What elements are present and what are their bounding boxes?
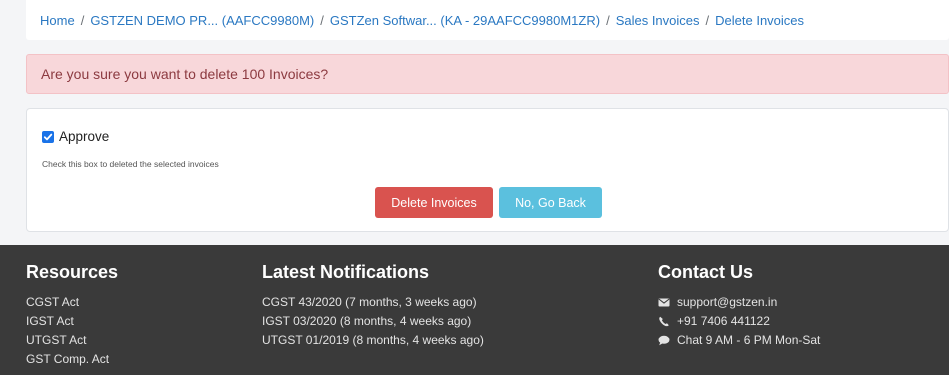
notification-link[interactable]: UTGST 01/2019 (8 months, 4 weeks ago) — [262, 331, 484, 350]
breadcrumb: Home / GSTZEN DEMO PR... (AAFCC9980M) / … — [26, 0, 949, 40]
breadcrumb-separator: / — [80, 12, 85, 28]
footer-notifications: Latest Notifications CGST 43/2020 (7 mon… — [262, 262, 484, 350]
resource-link-cgst-act[interactable]: CGST Act — [26, 293, 118, 312]
breadcrumb-delete-invoices-link[interactable]: Delete Invoices — [715, 13, 804, 28]
notifications-heading: Latest Notifications — [262, 262, 430, 282]
envelope-icon — [658, 297, 671, 309]
delete-confirmation-alert: Are you sure you want to delete 100 Invo… — [26, 54, 949, 94]
contact-email-text: support@gstzen.in — [677, 295, 778, 309]
contact-email[interactable]: support@gstzen.in — [658, 293, 820, 312]
site-footer: Resources CGST Act IGST Act UTGST Act GS… — [0, 245, 949, 375]
chat-bubble-icon — [658, 335, 671, 347]
breadcrumb-separator: / — [320, 12, 324, 28]
go-back-button[interactable]: No, Go Back — [499, 187, 602, 218]
contact-heading: Contact Us — [658, 262, 754, 282]
resource-link-gst-comp-act[interactable]: GST Comp. Act — [26, 350, 118, 369]
breadcrumb-separator: / — [705, 12, 710, 28]
footer-resources: Resources CGST Act IGST Act UTGST Act GS… — [26, 262, 118, 369]
delete-invoices-button[interactable]: Delete Invoices — [375, 187, 493, 218]
breadcrumb-separator: / — [606, 12, 610, 28]
resource-link-utgst-act[interactable]: UTGST Act — [26, 331, 118, 350]
alert-message: Are you sure you want to delete 100 Invo… — [41, 66, 329, 82]
resource-link-igst-act[interactable]: IGST Act — [26, 312, 118, 331]
notification-link[interactable]: CGST 43/2020 (7 months, 3 weeks ago) — [262, 293, 484, 312]
contact-phone-text: +91 7406 441122 — [677, 314, 770, 328]
approve-help-text: Check this box to deleted the selected i… — [42, 159, 219, 169]
contact-chat[interactable]: Chat 9 AM - 6 PM Mon-Sat — [658, 331, 820, 350]
breadcrumb-company-link[interactable]: GSTZEN DEMO PR... (AAFCC9980M) — [90, 13, 314, 28]
breadcrumb-home-link[interactable]: Home — [40, 13, 75, 28]
approve-label: Approve — [59, 129, 110, 144]
approve-checkbox[interactable] — [42, 130, 54, 143]
check-icon — [43, 133, 53, 140]
breadcrumb-sales-invoices-link[interactable]: Sales Invoices — [616, 13, 700, 28]
contact-chat-text: Chat 9 AM - 6 PM Mon-Sat — [677, 333, 821, 347]
footer-contact: Contact Us support@gstzen.in +91 7406 44… — [658, 262, 820, 350]
phone-icon — [658, 316, 671, 328]
contact-phone[interactable]: +91 7406 441122 — [658, 312, 820, 331]
delete-form-card: Approve Check this box to deleted the se… — [26, 108, 949, 232]
notification-link[interactable]: IGST 03/2020 (8 months, 4 weeks ago) — [262, 312, 484, 331]
resources-heading: Resources — [26, 262, 119, 282]
breadcrumb-gstin-link[interactable]: GSTZen Softwar... (KA - 29AAFCC9980M1ZR) — [330, 13, 600, 28]
approve-checkbox-row[interactable]: Approve — [42, 129, 109, 144]
